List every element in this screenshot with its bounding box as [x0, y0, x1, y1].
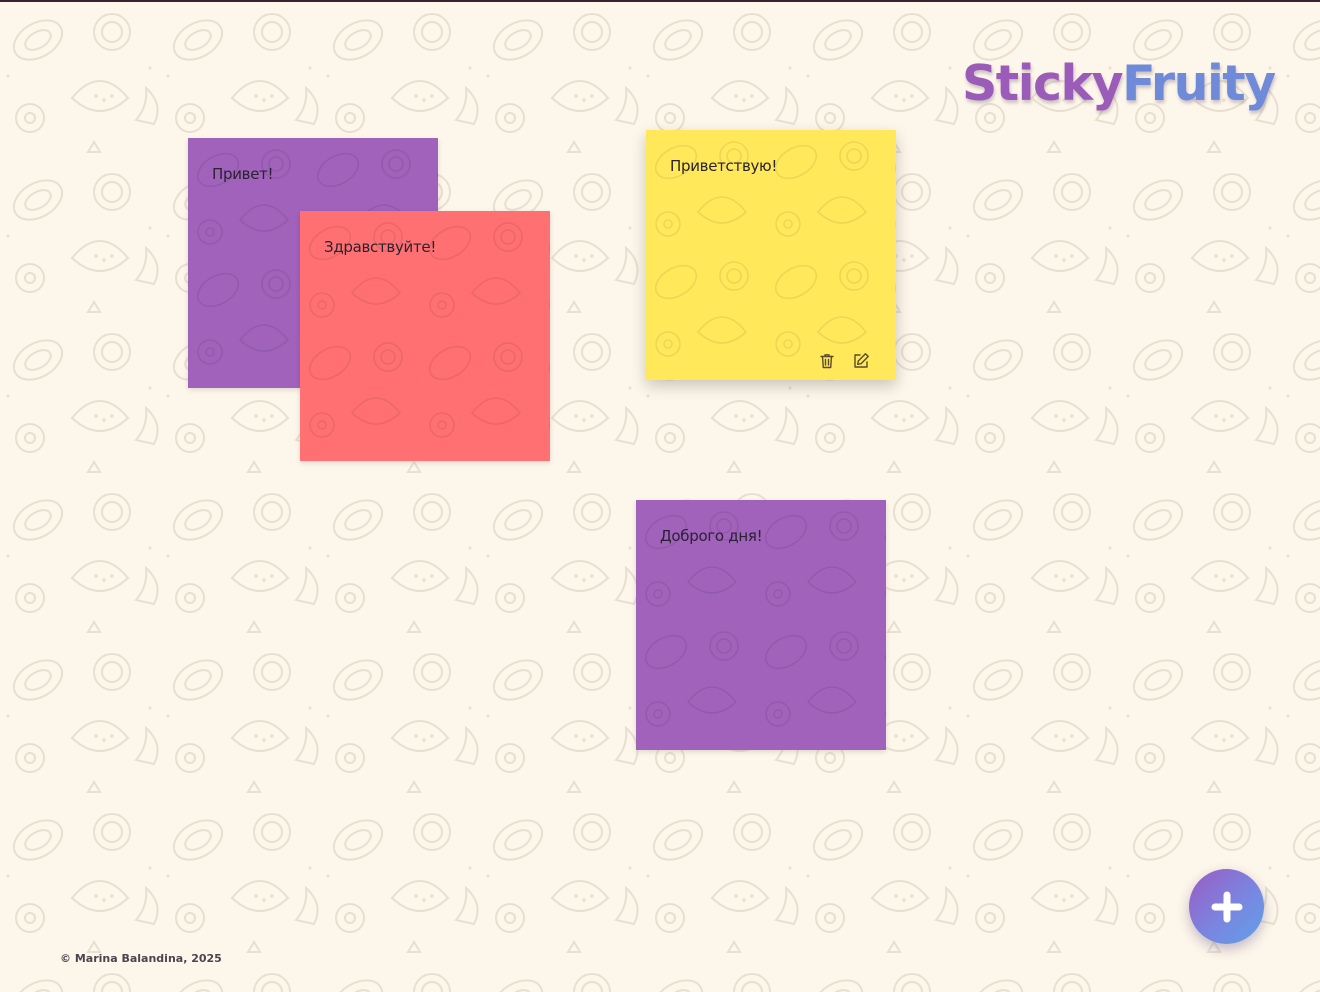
logo-word-sticky: Sticky	[962, 55, 1124, 112]
note-text[interactable]: Приветствую!	[670, 156, 872, 176]
note-text[interactable]: Привет!	[212, 164, 414, 184]
app-logo: StickyFruity	[962, 54, 1276, 114]
note-text[interactable]: Здравствуйте!	[324, 237, 526, 257]
note-text[interactable]: Доброго дня!	[660, 526, 862, 546]
trash-icon[interactable]	[818, 352, 836, 370]
sticky-note[interactable]: Здравствуйте!	[300, 211, 550, 461]
add-note-button[interactable]	[1189, 869, 1264, 944]
sticky-note[interactable]: Доброго дня!	[636, 500, 886, 750]
logo-word-fruity: Fruity	[1122, 55, 1276, 112]
plus-icon	[1211, 891, 1242, 922]
footer-copyright: © Marina Balandina, 2025	[60, 952, 222, 965]
note-actions	[818, 352, 870, 370]
sticky-note-selected[interactable]: Приветствую!	[646, 130, 896, 380]
edit-icon[interactable]	[852, 352, 870, 370]
